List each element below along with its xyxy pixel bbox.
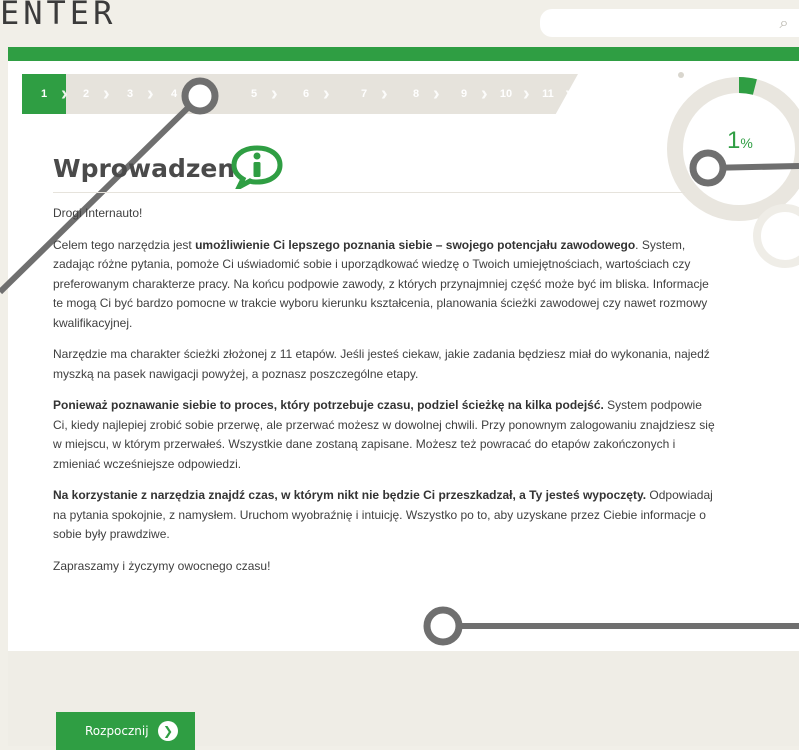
step-label: 5 (250, 88, 258, 100)
p1-bold: umożliwienie Ci lepszego poznania siebie… (195, 237, 636, 252)
start-button-label: Rozpocznij (85, 724, 149, 738)
step-label: 9 (460, 88, 468, 100)
arrow-right-circle-icon: ❯ (158, 721, 178, 741)
step-label: 6 (302, 88, 310, 100)
step-3[interactable]: 3 › (108, 74, 154, 114)
step-label: 1 (40, 88, 48, 100)
step-label: 11 (542, 88, 554, 100)
title-divider (53, 192, 685, 193)
greeting: Drogi Internauto! (53, 206, 143, 220)
magnifier-icon[interactable]: ⌕ (774, 13, 794, 33)
step-label: 8 (412, 88, 420, 100)
chevron-right-icon: › (565, 83, 572, 105)
paragraph-2: Narzędzie ma charakter ścieżki złożonej … (53, 347, 710, 381)
step-9[interactable]: 9 › (442, 74, 488, 114)
site-logo[interactable]: ENTER (0, 0, 116, 32)
step-label: 10 (499, 88, 513, 100)
p1-prefix: Celem tego narzędzia jest (53, 237, 196, 252)
chevron-right-icon: › (381, 83, 388, 105)
p4-bold: Na korzystanie z narzędzia znajdź czas, … (53, 488, 647, 502)
step-11[interactable]: 11 › (526, 74, 572, 114)
step-label: 2 (82, 88, 90, 100)
step-label: 7 (360, 88, 368, 100)
step-navigation: 1 › 2 › 3 › 4 › 5 › 6 › 7 › 8 › 9 › 10 › 11 › (22, 74, 578, 114)
step-7[interactable]: 7 › (342, 74, 388, 114)
progress-ring-fill (738, 77, 757, 95)
progress-unit: % (740, 135, 753, 151)
step-5[interactable]: 5 › (232, 74, 278, 114)
paragraph-4: Na korzystanie z narzędzia znajdź czas, … (53, 486, 717, 545)
chevron-right-icon: › (271, 83, 278, 105)
paragraph-3: Ponieważ poznawanie siebie to proces, kt… (53, 396, 717, 474)
step-10[interactable]: 10 › (484, 74, 530, 114)
step-label: 4 (170, 88, 178, 100)
progress-value: 1 (727, 127, 741, 154)
chevron-right-icon: › (433, 83, 440, 105)
paragraph-1: Celem tego narzędzia jest umożliwienie C… (53, 236, 717, 334)
chevron-right-icon: › (191, 83, 198, 105)
info-speech-bubble-icon (231, 145, 283, 189)
chevron-right-icon: › (323, 83, 330, 105)
p3-bold: Ponieważ poznawanie siebie to proces, kt… (53, 398, 604, 412)
start-button[interactable]: Rozpocznij ❯ (56, 712, 195, 750)
search-input[interactable] (540, 9, 799, 37)
closing: Zapraszamy i życzymy owocnego czasu! (53, 558, 271, 573)
step-label: 3 (126, 88, 134, 100)
step-6[interactable]: 6 › (284, 74, 330, 114)
step-8[interactable]: 8 › (394, 74, 440, 114)
intro-text: Drogi Internauto! Celem tego narzędzia j… (53, 204, 717, 588)
progress-percent: 1% (727, 127, 753, 155)
step-4[interactable]: 4 › (152, 74, 198, 114)
step-1[interactable]: 1 › (22, 74, 68, 114)
top-green-bar (8, 47, 799, 61)
step-2[interactable]: 2 › (64, 74, 110, 114)
